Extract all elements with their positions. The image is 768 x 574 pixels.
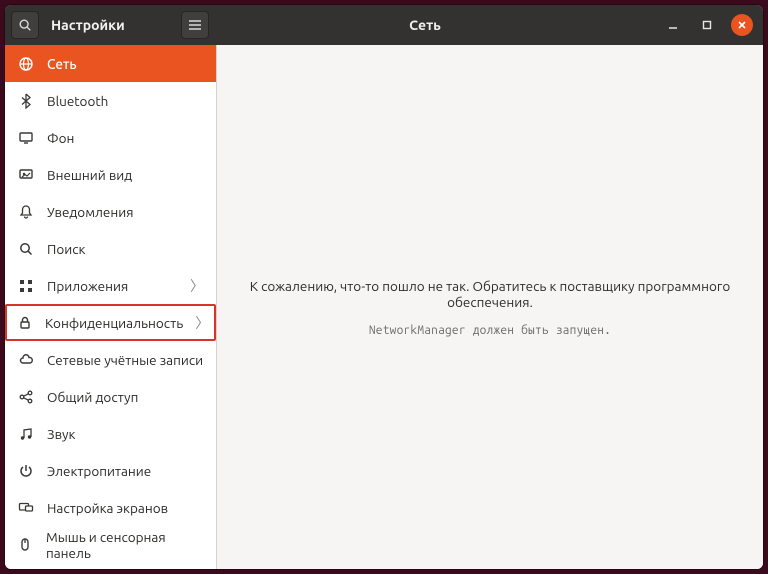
display-icon (17, 129, 35, 147)
sidebar-item-label: Настройка экранов (47, 500, 168, 516)
sidebar-item-music[interactable]: Звук (5, 415, 216, 452)
appearance-icon (17, 166, 35, 184)
sidebar-item-label: Внешний вид (47, 167, 132, 183)
sidebar-item-label: Bluetooth (47, 93, 108, 109)
sidebar-item-label: Поиск (47, 241, 85, 257)
sidebar-item-search[interactable]: Поиск (5, 230, 216, 267)
sidebar-item-label: Приложения (47, 278, 128, 294)
sidebar-item-bell[interactable]: Уведомления (5, 193, 216, 230)
sidebar-item-apps[interactable]: Приложения 〉 (5, 267, 216, 304)
sidebar-item-bluetooth[interactable]: Bluetooth (5, 82, 216, 119)
settings-window: Настройки Сеть Сеть Bluetooth Фон Внешний в… (5, 5, 763, 569)
sidebar-item-label: Конфиденциальность (45, 315, 183, 331)
share-icon (17, 388, 35, 406)
sidebar: Сеть Bluetooth Фон Внешний вид Уведомления По… (5, 45, 217, 569)
sidebar-item-label: Электропитание (47, 463, 151, 479)
apps-icon (17, 277, 35, 295)
minimize-button[interactable] (663, 15, 683, 35)
close-button[interactable] (731, 14, 753, 36)
mouse-icon (17, 536, 34, 554)
search-icon (17, 240, 35, 258)
sidebar-title: Настройки (51, 17, 125, 33)
sidebar-item-power[interactable]: Электропитание (5, 452, 216, 489)
chevron-right-icon: 〉 (195, 313, 209, 333)
hamburger-menu-button[interactable] (181, 11, 209, 39)
sidebar-item-appearance[interactable]: Внешний вид (5, 156, 216, 193)
content-area: К сожалению, что-то пошло не так. Обрати… (217, 45, 763, 569)
minimize-icon (668, 20, 678, 30)
sidebar-item-displays[interactable]: Настройка экранов (5, 489, 216, 526)
sidebar-item-label: Общий доступ (47, 389, 138, 405)
power-icon (17, 462, 35, 480)
chevron-right-icon: 〉 (190, 276, 204, 296)
sidebar-item-label: Сетевые учётные записи (47, 352, 203, 368)
titlebar-left: Настройки (5, 11, 217, 39)
maximize-icon (702, 20, 712, 30)
window-controls (633, 14, 763, 36)
page-title: Сеть (217, 17, 633, 33)
window-body: Сеть Bluetooth Фон Внешний вид Уведомления По… (5, 45, 763, 569)
search-button[interactable] (11, 11, 39, 39)
sidebar-item-display[interactable]: Фон (5, 119, 216, 156)
sidebar-item-lock[interactable]: Конфиденциальность 〉 (5, 304, 216, 341)
maximize-button[interactable] (697, 15, 717, 35)
close-icon (737, 20, 747, 30)
sidebar-item-mouse[interactable]: Мышь и сенсорная панель (5, 526, 216, 563)
sidebar-item-globe[interactable]: Сеть (5, 45, 216, 82)
error-message: К сожалению, что-то пошло не так. Обрати… (235, 278, 745, 310)
error-detail: NetworkManager должен быть запущен. (369, 324, 611, 337)
music-icon (17, 425, 35, 443)
sidebar-item-cloud[interactable]: Сетевые учётные записи (5, 341, 216, 378)
hamburger-icon (188, 19, 202, 31)
globe-icon (17, 55, 35, 73)
sidebar-item-label: Уведомления (47, 204, 134, 220)
bell-icon (17, 203, 35, 221)
sidebar-item-label: Мышь и сенсорная панель (46, 529, 204, 561)
sidebar-item-label: Звук (47, 426, 76, 442)
bluetooth-icon (17, 92, 35, 110)
titlebar: Настройки Сеть (5, 5, 763, 45)
cloud-icon (17, 351, 35, 369)
sidebar-item-label: Сеть (47, 56, 77, 72)
search-icon (18, 18, 32, 32)
sidebar-item-label: Фон (47, 130, 74, 146)
displays-icon (17, 499, 35, 517)
lock-icon (17, 314, 33, 332)
sidebar-item-share[interactable]: Общий доступ (5, 378, 216, 415)
